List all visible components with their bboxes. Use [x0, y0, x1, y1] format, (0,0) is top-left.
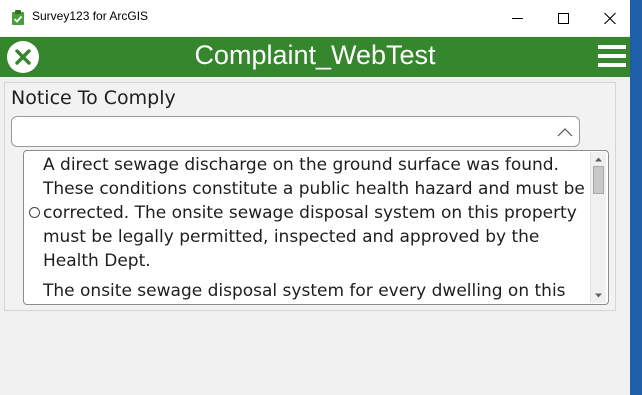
vertical-scrollbar[interactable] — [590, 152, 606, 303]
minimize-button[interactable] — [495, 0, 541, 36]
window-titlebar[interactable]: Survey123 for ArcGIS — [0, 0, 630, 36]
desktop-background — [630, 0, 642, 395]
question-label: Notice To Comply — [11, 87, 176, 109]
option-text[interactable]: The onsite sewage disposal system for ev… — [43, 279, 603, 303]
chevron-up-icon[interactable] — [557, 128, 573, 137]
notice-combo-input[interactable] — [11, 116, 580, 147]
minimize-icon — [512, 18, 523, 19]
survey-title: Complaint_WebTest — [194, 40, 436, 70]
option-text[interactable]: A direct sewage discharge on the ground … — [43, 153, 591, 273]
survey123-icon — [11, 10, 25, 26]
options-list[interactable]: A direct sewage discharge on the ground … — [23, 150, 609, 305]
hamburger-menu-icon[interactable] — [598, 45, 626, 69]
scroll-down-icon[interactable] — [592, 289, 605, 302]
scroll-thumb[interactable] — [593, 166, 604, 194]
maximize-icon — [558, 13, 569, 24]
option-radio[interactable] — [29, 207, 40, 218]
close-window-button[interactable] — [587, 0, 630, 36]
window-title: Survey123 for ArcGIS — [32, 9, 149, 23]
survey-header-bar: Complaint_WebTest — [0, 37, 630, 77]
scroll-up-icon[interactable] — [592, 153, 605, 166]
survey123-window: Survey123 for ArcGIS Complaint_WebTest N… — [0, 0, 630, 395]
close-icon — [604, 12, 616, 24]
maximize-button[interactable] — [541, 0, 587, 36]
